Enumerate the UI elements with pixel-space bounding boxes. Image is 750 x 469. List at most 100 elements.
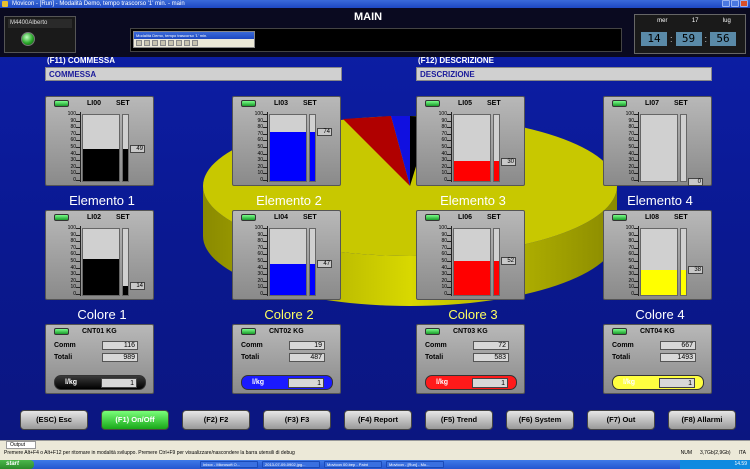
counter-comm-row: Comm 72: [425, 341, 515, 350]
tank-set-value[interactable]: 52: [501, 256, 516, 265]
tank-panel[interactable]: LI02 SET 100 90 80 70 60 50 40 30 20 10 0 14: [45, 210, 154, 300]
fkey-button[interactable]: (F3) F3: [263, 410, 331, 430]
scale-label: 100: [254, 111, 263, 117]
tank-ticks: [263, 226, 268, 296]
rate-bar[interactable]: l/kg 1: [425, 375, 517, 390]
rate-value[interactable]: 1: [659, 378, 695, 388]
debug-btn-5[interactable]: [168, 40, 174, 46]
rate-label: l/kg: [65, 379, 78, 386]
scale-label: 100: [254, 225, 263, 231]
tank-set-bar[interactable]: [493, 228, 500, 296]
tank-set-value[interactable]: 74: [317, 127, 332, 136]
tank-panel[interactable]: LI07 SET 100 90 80 70 60 50 40 30 20 10 0 0: [603, 96, 712, 186]
tank-tag: LI02: [87, 214, 102, 221]
counter-panel[interactable]: CNT04 KG Comm 667 Totali 1493 l/kg 1: [603, 324, 712, 394]
tank-set-value[interactable]: 30: [501, 157, 516, 166]
rate-label: l/kg: [252, 379, 265, 386]
fkey-button[interactable]: (F6) System: [506, 410, 574, 430]
counter-comm-row: Comm 19: [241, 341, 331, 350]
tank-set-bar[interactable]: [680, 114, 687, 182]
minimize-icon[interactable]: [722, 0, 730, 7]
demo-mode-window[interactable]: Modalità Demo, tempo trascorso '1' min.: [133, 31, 255, 48]
counter-tag-id: CNT03: [453, 328, 476, 335]
taskbar-item-4[interactable]: Movicon - [Run] - Mo...: [386, 461, 444, 468]
debug-btn-3[interactable]: [152, 40, 158, 46]
rate-value[interactable]: 1: [288, 378, 324, 388]
rate-label: l/kg: [623, 379, 636, 386]
rate-value[interactable]: 1: [472, 378, 508, 388]
counter-tag: CNT03 KG: [453, 328, 488, 335]
counter-panel[interactable]: CNT01 KG Comm 116 Totali 989 l/kg 1: [45, 324, 154, 394]
taskbar-item-2[interactable]: 2013-07-09-0902.jpg...: [262, 461, 320, 468]
tank-status-led-icon: [612, 100, 627, 107]
commessa-field[interactable]: COMMESSA: [45, 67, 342, 81]
tank-panel[interactable]: LI05 SET 100 90 80 70 60 50 40 30 20 10 0 30: [416, 96, 525, 186]
tank-set-value[interactable]: 38: [688, 266, 703, 275]
rate-bar[interactable]: l/kg 1: [54, 375, 146, 390]
tank-set-fill: [310, 132, 315, 181]
tank-status-led-icon: [241, 100, 256, 107]
tank-panel[interactable]: LI06 SET 100 90 80 70 60 50 40 30 20 10 0 52: [416, 210, 525, 300]
counter-panel[interactable]: CNT02 KG Comm 19 Totali 487 l/kg 1: [232, 324, 341, 394]
tank-ticks: [76, 226, 81, 296]
debug-btn-2[interactable]: [144, 40, 150, 46]
tank-set-bar[interactable]: [122, 114, 129, 182]
tank-set-bar[interactable]: [493, 114, 500, 182]
tank-ticks: [447, 112, 452, 182]
comm-value: 19: [289, 341, 325, 350]
rate-label: l/kg: [436, 379, 449, 386]
tank-label: Colore 1: [77, 307, 127, 322]
tank-panel[interactable]: LI00 SET 100 90 80 70 60 50 40 30 20 10 0 49: [45, 96, 154, 186]
tank-set-value[interactable]: 49: [130, 144, 145, 153]
tank-set-bar[interactable]: [309, 114, 316, 182]
tank-panel[interactable]: LI04 SET 100 90 80 70 60 50 40 30 20 10 0 47: [232, 210, 341, 300]
tank-set-label: SET: [487, 100, 501, 107]
tank-set-value[interactable]: 0: [688, 178, 703, 186]
output-tab[interactable]: Output: [6, 441, 36, 449]
scada-screen: M4400Alberto MAIN Modalità Demo, tempo t…: [0, 8, 750, 440]
fkey-button[interactable]: (F5) Trend: [425, 410, 493, 430]
counter-panel[interactable]: CNT03 KG Comm 72 Totali 583 l/kg 1: [416, 324, 525, 394]
date-num: 17: [691, 18, 699, 24]
rate-value[interactable]: 1: [101, 378, 137, 388]
taskbar-item-3[interactable]: Movicon 00.bep - Paint: [324, 461, 382, 468]
fkey-button[interactable]: (F1) On/Off: [101, 410, 169, 430]
rate-bar[interactable]: l/kg 1: [612, 375, 704, 390]
maximize-icon[interactable]: [731, 0, 739, 7]
rate-bar[interactable]: l/kg 1: [241, 375, 333, 390]
counter-tag: CNT04 KG: [640, 328, 675, 335]
tank-set-value[interactable]: 47: [317, 260, 332, 269]
debug-btn-1[interactable]: [136, 40, 142, 46]
fkey-button[interactable]: (F2) F2: [182, 410, 250, 430]
debug-btn-6[interactable]: [176, 40, 182, 46]
tank-status-led-icon: [425, 214, 440, 221]
tank-set-value[interactable]: 14: [130, 282, 145, 291]
tank-set-bar[interactable]: [680, 228, 687, 296]
debug-btn-7[interactable]: [184, 40, 190, 46]
page-title: MAIN: [354, 11, 383, 23]
fkey-button[interactable]: (ESC) Esc: [20, 410, 88, 430]
window-title: Movicon - [Run] - Modalità Demo, tempo t…: [12, 1, 185, 7]
app-icon: [2, 1, 8, 7]
tank-tag: LI06: [458, 214, 473, 221]
tank-level-fill: [270, 263, 306, 295]
fkey-button[interactable]: (F4) Report: [344, 410, 412, 430]
counter-unit: KG: [477, 328, 488, 335]
user-box[interactable]: M4400Alberto: [4, 16, 76, 53]
close-icon[interactable]: [740, 0, 748, 7]
totali-label: Totali: [241, 354, 260, 361]
fkey-button[interactable]: (F8) Allarmi: [668, 410, 736, 430]
tank-panel[interactable]: LI08 SET 100 90 80 70 60 50 40 30 20 10 0 38: [603, 210, 712, 300]
tank-set-bar[interactable]: [309, 228, 316, 296]
taskbar-item-1[interactable]: Inbox - Microsoft O...: [200, 461, 258, 468]
debug-btn-4[interactable]: [160, 40, 166, 46]
tank-tag: LI08: [645, 214, 660, 221]
tank-set-bar[interactable]: [122, 228, 129, 296]
fkey-button[interactable]: (F7) Out: [587, 410, 655, 430]
debug-btn-8[interactable]: [192, 40, 198, 46]
tank-tag: LI03: [274, 100, 289, 107]
tank-panel[interactable]: LI03 SET 100 90 80 70 60 50 40 30 20 10 0 74: [232, 96, 341, 186]
start-button[interactable]: start: [0, 460, 34, 469]
demo-mode-title: Modalità Demo, tempo trascorso '1' min.: [134, 32, 254, 39]
descrizione-field[interactable]: DESCRIZIONE: [416, 67, 712, 81]
